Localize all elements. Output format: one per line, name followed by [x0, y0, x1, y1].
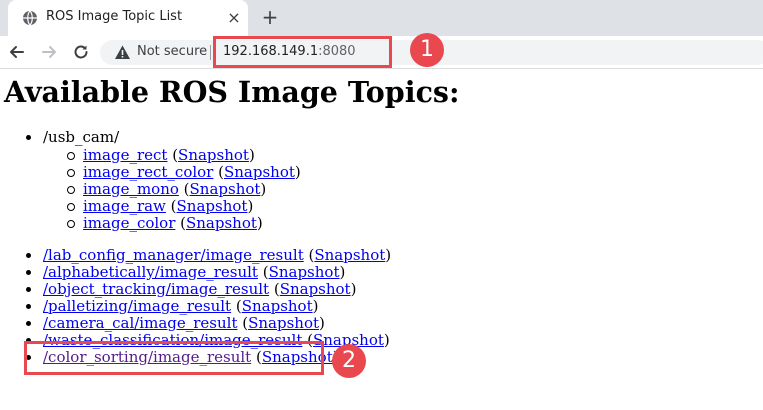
snapshot-link[interactable]: Snapshot	[242, 297, 313, 315]
warning-icon[interactable]	[114, 44, 131, 61]
tab-title: ROS Image Topic List	[46, 9, 183, 24]
highlight-box-color-sorting	[24, 341, 324, 375]
snapshot-link[interactable]: Snapshot	[190, 180, 261, 198]
topic-link[interactable]: /palletizing/image_result	[43, 297, 231, 315]
list-item: /alphabetically/image_result (Snapshot)	[26, 263, 345, 281]
bullet-icon	[26, 253, 31, 258]
snapshot-link[interactable]: Snapshot	[178, 146, 249, 164]
topic-link[interactable]: image_raw	[83, 197, 166, 215]
callout-badge-1: 1	[410, 33, 444, 67]
bullet-icon	[26, 304, 31, 309]
callout-badge-2: 2	[332, 344, 366, 378]
list-item: /palletizing/image_result (Snapshot)	[26, 297, 318, 315]
reload-icon[interactable]	[70, 41, 92, 63]
bullet-icon	[26, 270, 31, 275]
page-title: Available ROS Image Topics:	[4, 75, 460, 109]
globe-icon	[23, 10, 37, 26]
topic-link[interactable]: /lab_config_manager/image_result	[43, 246, 304, 264]
list-item: /camera_cal/image_result (Snapshot)	[26, 314, 325, 332]
bullet-icon	[26, 135, 31, 140]
omnibox-divider	[210, 45, 211, 60]
snapshot-link[interactable]: Snapshot	[280, 280, 351, 298]
close-tab-icon[interactable]: ×	[224, 8, 244, 28]
browser-tab[interactable]: ROS Image Topic List ×	[8, 0, 248, 36]
snapshot-link[interactable]: Snapshot	[177, 197, 248, 215]
snapshot-link[interactable]: Snapshot	[224, 163, 295, 181]
list-item: image_color (Snapshot)	[67, 214, 263, 232]
list-item: image_rect_color (Snapshot)	[67, 163, 301, 181]
bullet-icon	[26, 287, 31, 292]
security-status-label[interactable]: Not secure	[137, 44, 207, 59]
list-item: /lab_config_manager/image_result (Snapsh…	[26, 246, 391, 264]
tab-strip: ROS Image Topic List × +	[0, 0, 763, 36]
snapshot-link[interactable]: Snapshot	[248, 314, 319, 332]
bullet-icon	[26, 321, 31, 326]
topic-link[interactable]: /camera_cal/image_result	[43, 314, 237, 332]
circle-bullet-icon	[67, 152, 75, 160]
snapshot-link[interactable]: Snapshot	[269, 263, 340, 281]
topic-link[interactable]: image_color	[83, 214, 175, 232]
list-item: /object_tracking/image_result (Snapshot)	[26, 280, 356, 298]
highlight-box-url	[213, 36, 392, 68]
circle-bullet-icon	[67, 169, 75, 177]
topic-link[interactable]: /alphabetically/image_result	[43, 263, 258, 281]
topic-link[interactable]: image_rect_color	[83, 163, 213, 181]
circle-bullet-icon	[67, 220, 75, 228]
topic-link[interactable]: image_mono	[83, 180, 179, 198]
circle-bullet-icon	[67, 203, 75, 211]
group-label: /usb_cam/	[43, 128, 120, 146]
list-item: image_raw (Snapshot)	[67, 197, 253, 215]
forward-arrow-icon[interactable]	[38, 41, 60, 63]
new-tab-button[interactable]: +	[258, 6, 282, 30]
list-item: image_rect (Snapshot)	[67, 146, 255, 164]
topic-link[interactable]: image_rect	[83, 146, 167, 164]
snapshot-link[interactable]: Snapshot	[186, 214, 257, 232]
circle-bullet-icon	[67, 186, 75, 194]
list-item-usb-cam: /usb_cam/	[26, 128, 120, 146]
snapshot-link[interactable]: Snapshot	[314, 246, 385, 264]
list-item: image_mono (Snapshot)	[67, 180, 266, 198]
topic-link[interactable]: /object_tracking/image_result	[43, 280, 269, 298]
back-arrow-icon[interactable]	[6, 41, 28, 63]
